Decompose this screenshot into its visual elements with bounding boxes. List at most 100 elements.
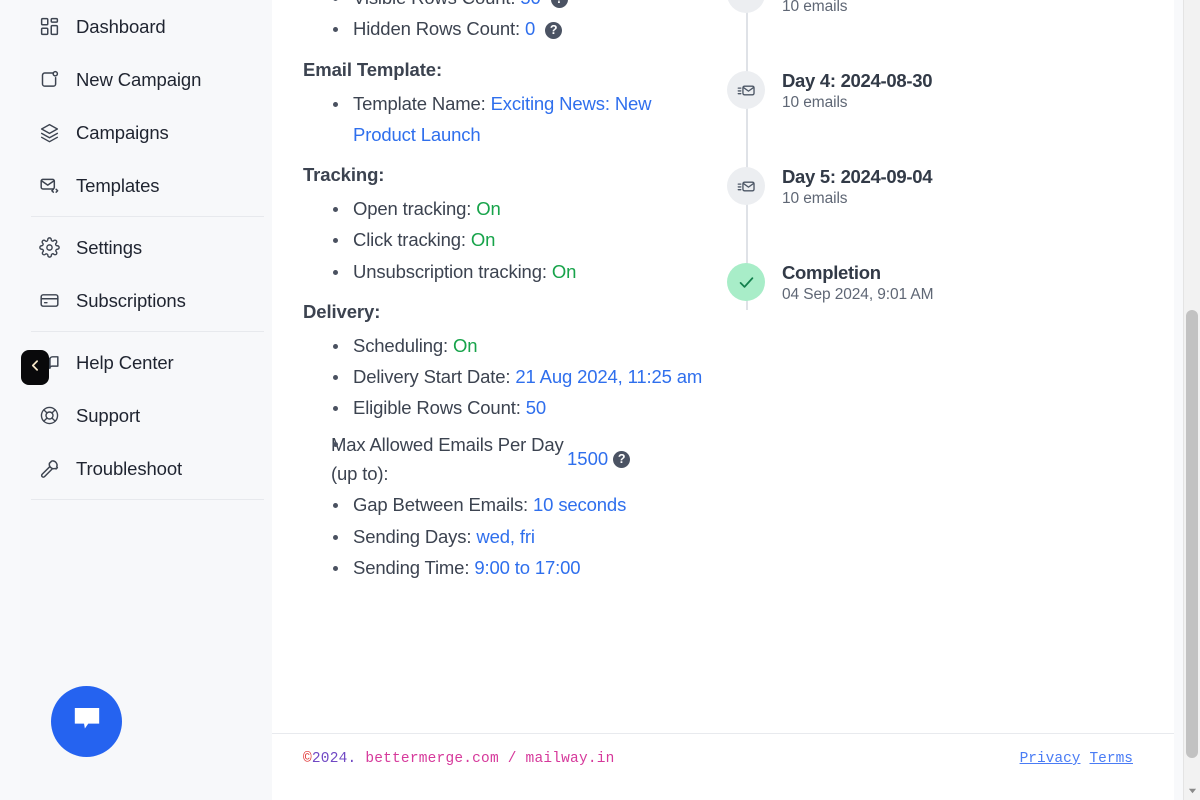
detail-label: Visible Rows Count:: [353, 0, 515, 8]
detail-label: Unsubscription tracking:: [353, 261, 547, 282]
detail-row-open-tracking: Open tracking: On: [303, 193, 703, 224]
help-icon[interactable]: ?: [545, 22, 562, 39]
mail-send-icon: [727, 0, 765, 13]
detail-value: 0: [525, 18, 535, 39]
mail-code-icon: [38, 175, 60, 197]
sidebar-item-label: New Campaign: [76, 69, 201, 91]
mail-send-icon: [727, 167, 765, 205]
new-campaign-icon: [38, 69, 60, 91]
detail-label: Open tracking:: [353, 198, 471, 219]
detail-label: Sending Days:: [353, 526, 471, 547]
timeline-item: Day 4: 2024-08-30 10 emails: [727, 66, 1057, 162]
help-icon[interactable]: ?: [551, 0, 568, 8]
timeline-body: Day 4: 2024-08-30 10 emails: [782, 66, 932, 162]
timeline-subtitle: 04 Sep 2024, 9:01 AM: [782, 286, 933, 304]
copyright-symbol: ©: [303, 751, 312, 767]
scrollbar-down-arrow-icon[interactable]: [1184, 782, 1200, 798]
timeline-title: Completion: [782, 262, 933, 284]
layers-icon: [38, 122, 60, 144]
dashboard-grid-icon: [38, 16, 60, 38]
copyright-text: ©2024. bettermerge.com / mailway.in: [303, 751, 615, 767]
detail-label: Max Allowed Emails Per Day (up to):: [331, 430, 567, 490]
terms-link[interactable]: Terms: [1089, 751, 1133, 767]
sidebar-collapse-button[interactable]: [21, 350, 49, 385]
timeline-subtitle: 10 emails: [782, 190, 932, 208]
sidebar-item-label: Troubleshoot: [76, 458, 182, 480]
lifebuoy-icon: [38, 405, 60, 427]
chat-widget-button[interactable]: [51, 686, 122, 757]
sidebar-divider: [31, 216, 264, 217]
sidebar-item-troubleshoot[interactable]: Troubleshoot: [20, 442, 272, 495]
detail-value: 50: [526, 397, 546, 418]
detail-label: Hidden Rows Count:: [353, 18, 520, 39]
app-root: Dashboard New Campaign Campaigns: [0, 0, 1200, 800]
sidebar-item-dashboard[interactable]: Dashboard: [20, 0, 272, 53]
privacy-link[interactable]: Privacy: [1020, 751, 1081, 767]
section-title-delivery: Delivery:: [303, 301, 703, 323]
sidebar-item-label: Settings: [76, 237, 142, 259]
detail-row-delivery-start-date: Delivery Start Date: 21 Aug 2024, 11:25 …: [303, 361, 703, 392]
main-scroll-region: Visible Rows Count: 50 ? Hidden Rows Cou…: [272, 0, 1174, 732]
chat-bubble-icon: [70, 702, 104, 741]
detail-row-visible-rows: Visible Rows Count: 50 ?: [303, 0, 703, 13]
delivery-timeline: Day 3: 2024-08-28 10 emails Day 4: 2024-…: [727, 0, 1057, 328]
copyright-domain: bettermerge.com / mailway.in: [365, 751, 614, 767]
detail-value: 50: [520, 0, 540, 8]
sidebar-item-label: Subscriptions: [76, 290, 186, 312]
sidebar-item-subscriptions[interactable]: Subscriptions: [20, 274, 272, 327]
sidebar-item-campaigns[interactable]: Campaigns: [20, 106, 272, 159]
detail-label: Sending Time:: [353, 557, 469, 578]
detail-label: Template Name:: [353, 93, 486, 114]
delivery-list-continued: Gap Between Emails: 10 seconds Sending D…: [303, 489, 703, 583]
wrench-icon: [38, 458, 60, 480]
sidebar-item-label: Dashboard: [76, 16, 166, 38]
main-content-panel: Visible Rows Count: 50 ? Hidden Rows Cou…: [272, 0, 1174, 800]
detail-label: Click tracking:: [353, 229, 466, 250]
sidebar-divider: [31, 499, 264, 500]
campaign-details-column: Visible Rows Count: 50 ? Hidden Rows Cou…: [303, 0, 703, 583]
rows-count-list: Visible Rows Count: 50 ? Hidden Rows Cou…: [303, 0, 703, 45]
detail-label: Eligible Rows Count:: [353, 397, 521, 418]
timeline-subtitle: 10 emails: [782, 94, 932, 112]
gear-icon: [38, 237, 60, 259]
sidebar-item-new-campaign[interactable]: New Campaign: [20, 53, 272, 106]
email-template-list: Template Name: Exciting News: New Produc…: [303, 88, 703, 151]
help-icon[interactable]: ?: [613, 451, 630, 468]
page-scrollbar[interactable]: [1183, 0, 1200, 800]
detail-value: 1500: [567, 444, 608, 474]
mail-send-icon: [727, 71, 765, 109]
timeline-body: Completion 04 Sep 2024, 9:01 AM: [782, 258, 933, 328]
detail-value: 10 seconds: [533, 494, 626, 515]
delivery-list: Scheduling: On Delivery Start Date: 21 A…: [303, 330, 703, 424]
section-title-email-template: Email Template:: [303, 59, 703, 81]
sidebar-nav-list: Dashboard New Campaign Campaigns: [20, 0, 272, 500]
timeline-item-completion: Completion 04 Sep 2024, 9:01 AM: [727, 258, 1057, 328]
detail-value: 21 Aug 2024, 11:25 am: [515, 366, 702, 387]
detail-value: wed, fri: [476, 526, 534, 547]
detail-value: On: [471, 229, 495, 250]
detail-row-click-tracking: Click tracking: On: [303, 224, 703, 255]
detail-row-sending-days: Sending Days: wed, fri: [303, 521, 703, 552]
detail-row-max-allowed-emails: Max Allowed Emails Per Day (up to): 1500…: [303, 430, 703, 490]
copyright-year: 2024.: [312, 751, 357, 767]
sidebar-item-help-center[interactable]: Help Center: [20, 336, 272, 389]
scrollbar-thumb[interactable]: [1186, 310, 1198, 758]
sidebar-item-templates[interactable]: Templates: [20, 159, 272, 212]
detail-row-sending-time: Sending Time: 9:00 to 17:00: [303, 552, 703, 583]
timeline-item: Day 5: 2024-09-04 10 emails: [727, 162, 1057, 258]
sidebar: Dashboard New Campaign Campaigns: [20, 0, 272, 800]
chevron-left-icon: [29, 359, 42, 377]
sidebar-item-label: Templates: [76, 175, 159, 197]
sidebar-item-support[interactable]: Support: [20, 389, 272, 442]
detail-row-eligible-rows: Eligible Rows Count: 50: [303, 392, 703, 423]
sidebar-item-settings[interactable]: Settings: [20, 221, 272, 274]
timeline-title: Day 4: 2024-08-30: [782, 70, 932, 92]
footer-links: Privacy Terms: [1020, 751, 1133, 767]
detail-value: On: [476, 198, 500, 219]
tracking-list: Open tracking: On Click tracking: On Uns…: [303, 193, 703, 287]
check-icon: [727, 263, 765, 301]
detail-value: 9:00 to 17:00: [474, 557, 580, 578]
detail-label: Gap Between Emails:: [353, 494, 528, 515]
timeline-subtitle: 10 emails: [782, 0, 932, 16]
sidebar-divider: [31, 331, 264, 332]
